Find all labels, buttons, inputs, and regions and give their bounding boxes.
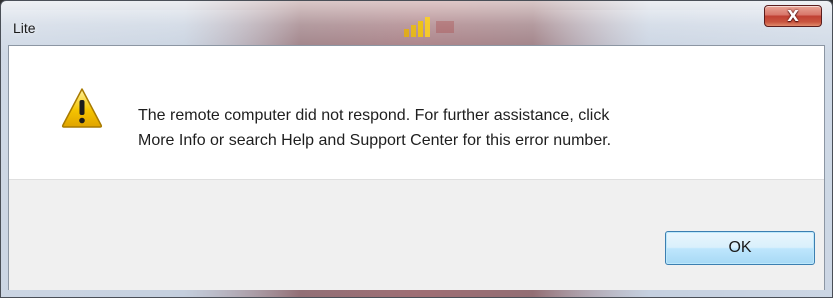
dialog-client-area: The remote computer did not respond. For… bbox=[8, 45, 825, 290]
ok-button[interactable]: OK bbox=[665, 231, 815, 265]
error-message-line-2: More Info or search Help and Support Cen… bbox=[138, 132, 612, 149]
dialog-window: Lite X The remote computer did not respo… bbox=[0, 0, 833, 298]
message-area: The remote computer did not respond. For… bbox=[9, 46, 824, 179]
window-title: Lite bbox=[13, 20, 36, 36]
warning-icon bbox=[61, 88, 103, 128]
button-bar: OK bbox=[9, 179, 824, 290]
signal-strength-icon bbox=[404, 17, 454, 37]
error-message: The remote computer did not respond. For… bbox=[138, 103, 798, 153]
close-button[interactable]: X bbox=[764, 5, 822, 27]
close-icon: X bbox=[787, 7, 799, 25]
title-bar[interactable]: Lite X bbox=[1, 1, 832, 37]
error-message-line-1: The remote computer did not respond. For… bbox=[138, 107, 610, 124]
